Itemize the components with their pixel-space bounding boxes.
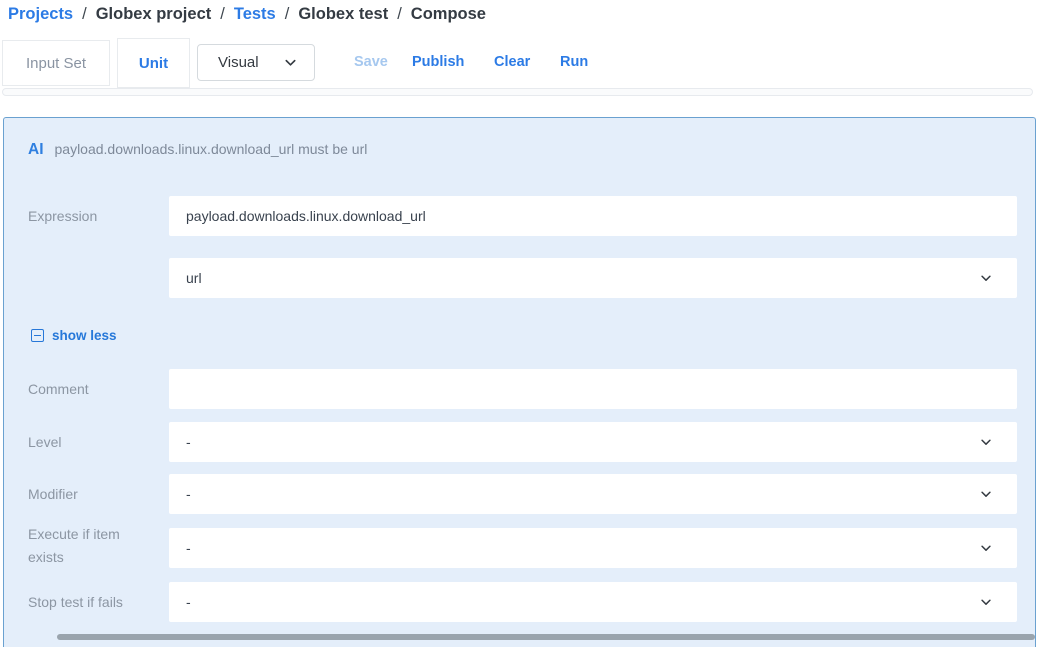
assertion-type-value: url bbox=[186, 270, 202, 286]
save-button[interactable]: Save bbox=[354, 54, 388, 70]
modifier-value: - bbox=[186, 486, 191, 502]
chevron-down-icon bbox=[979, 487, 993, 501]
breadcrumb-tests[interactable]: Tests bbox=[234, 5, 276, 24]
breadcrumb-separator: / bbox=[220, 5, 225, 24]
show-less-toggle[interactable]: show less bbox=[31, 328, 117, 343]
minus-square-icon bbox=[31, 329, 44, 342]
stop-if-fails-value: - bbox=[186, 594, 191, 610]
clear-button[interactable]: Clear bbox=[494, 54, 530, 70]
stop-if-fails-label: Stop test if fails bbox=[28, 591, 144, 614]
comment-input[interactable] bbox=[169, 369, 1017, 409]
breadcrumb-test-name: Globex test bbox=[298, 5, 388, 24]
collapsed-component-bar[interactable] bbox=[2, 88, 1033, 96]
assertion-type-select[interactable]: url bbox=[169, 258, 1017, 298]
tab-unit[interactable]: Unit bbox=[117, 38, 190, 88]
assertion-type-badge: AI bbox=[28, 141, 44, 159]
breadcrumb-separator: / bbox=[397, 5, 402, 24]
chevron-down-icon bbox=[979, 595, 993, 609]
execute-if-label: Execute if item exists bbox=[28, 523, 144, 569]
modifier-label: Modifier bbox=[28, 483, 144, 506]
level-value: - bbox=[186, 434, 191, 450]
chevron-down-icon bbox=[283, 55, 298, 70]
breadcrumb-separator: / bbox=[285, 5, 290, 24]
level-select[interactable]: - bbox=[169, 422, 1017, 462]
publish-button[interactable]: Publish bbox=[412, 54, 464, 70]
assertion-panel: AI payload.downloads.linux.download_url … bbox=[3, 117, 1036, 647]
show-less-label: show less bbox=[52, 328, 117, 343]
breadcrumb-project-name: Globex project bbox=[96, 5, 212, 24]
breadcrumb-projects[interactable]: Projects bbox=[8, 5, 73, 24]
breadcrumb-separator: / bbox=[82, 5, 87, 24]
horizontal-scrollbar-thumb[interactable] bbox=[57, 634, 1035, 640]
chevron-down-icon bbox=[979, 541, 993, 555]
chevron-down-icon bbox=[979, 271, 993, 285]
tab-unit-label: Unit bbox=[139, 55, 168, 72]
view-mode-value: Visual bbox=[218, 54, 259, 71]
tab-input-set[interactable]: Input Set bbox=[2, 40, 110, 86]
assertion-summary: payload.downloads.linux.download_url mus… bbox=[55, 141, 368, 157]
execute-if-select[interactable]: - bbox=[169, 528, 1017, 568]
breadcrumb-compose: Compose bbox=[411, 5, 486, 24]
level-label: Level bbox=[28, 431, 144, 454]
comment-label: Comment bbox=[28, 378, 144, 401]
assertion-header: AI payload.downloads.linux.download_url … bbox=[28, 141, 367, 159]
execute-if-value: - bbox=[186, 540, 191, 556]
expression-label: Expression bbox=[28, 205, 144, 228]
expression-input[interactable] bbox=[169, 196, 1017, 236]
chevron-down-icon bbox=[979, 435, 993, 449]
breadcrumb: Projects / Globex project / Tests / Glob… bbox=[8, 1, 486, 27]
view-mode-select[interactable]: Visual bbox=[197, 44, 315, 81]
stop-if-fails-select[interactable]: - bbox=[169, 582, 1017, 622]
modifier-select[interactable]: - bbox=[169, 474, 1017, 514]
tab-input-set-label: Input Set bbox=[26, 55, 86, 72]
run-button[interactable]: Run bbox=[560, 54, 588, 70]
